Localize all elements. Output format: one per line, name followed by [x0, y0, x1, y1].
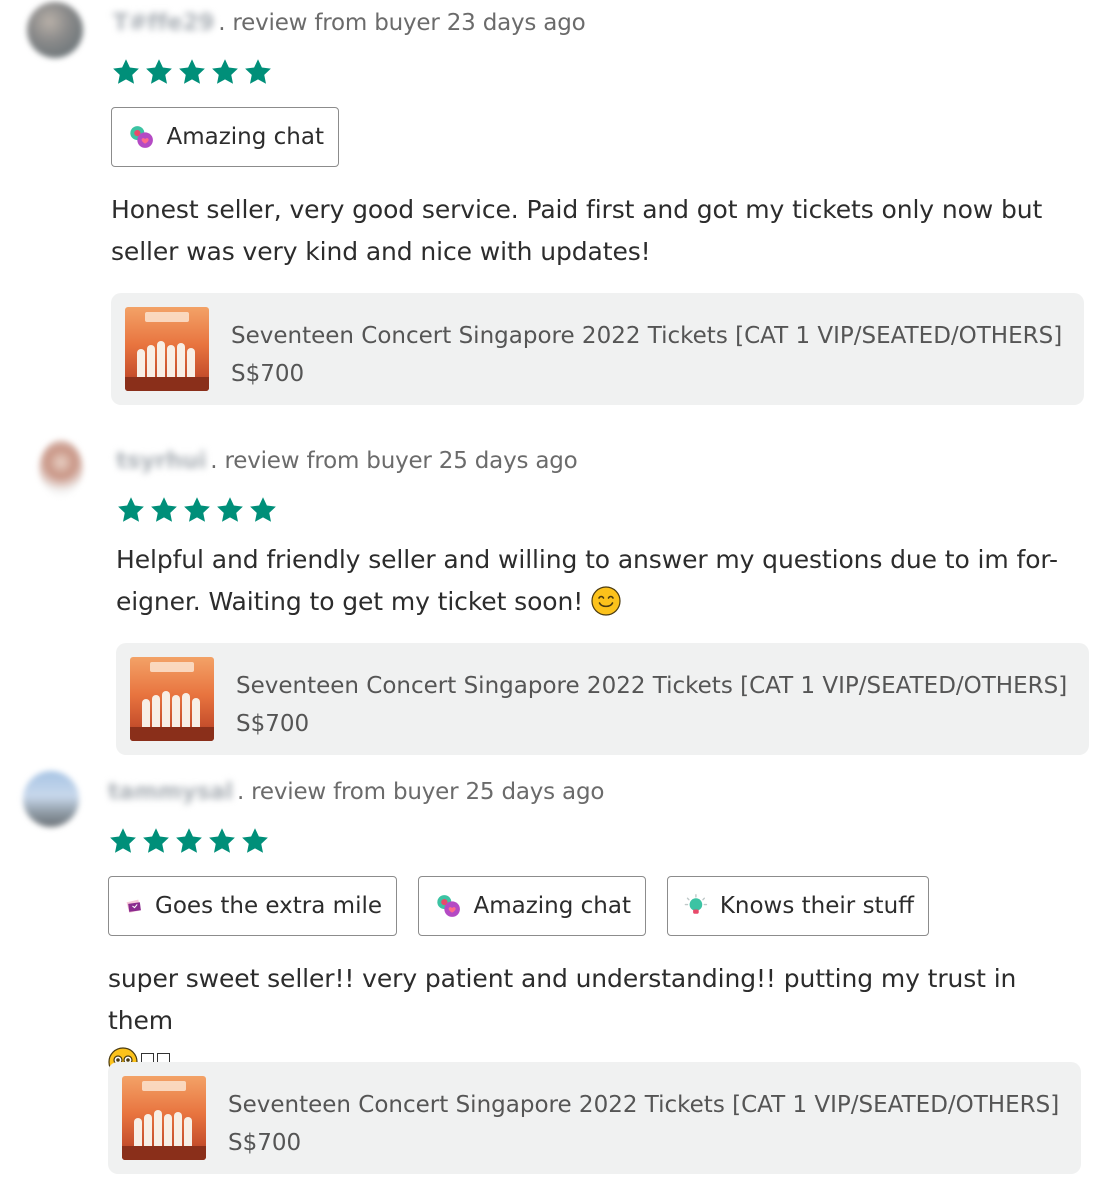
tag-label: Amazing chat: [473, 893, 631, 919]
review-text-content: super sweet seller!! very patient and un…: [108, 964, 1017, 1035]
star-rating: [111, 57, 273, 87]
avatar[interactable]: [23, 771, 79, 827]
star-icon: [217, 497, 243, 522]
tag-list: Goes the extra mile Amazing chat Knows t…: [108, 876, 929, 936]
product-card[interactable]: Seventeen Concert Singapore 2022 Tickets…: [111, 293, 1084, 405]
star-icon: [151, 497, 177, 522]
review-meta: . review from buyer 25 days ago: [210, 448, 578, 474]
chat-heart-icon: [437, 895, 460, 917]
avatar[interactable]: [27, 2, 83, 58]
product-info: Seventeen Concert Singapore 2022 Tickets…: [228, 1086, 1059, 1162]
star-icon: [179, 59, 205, 84]
review-meta: . review from buyer 23 days ago: [218, 10, 586, 36]
review-text-content: Helpful and friendly seller and willing …: [116, 545, 1058, 616]
star-rating: [116, 495, 278, 525]
star-icon: [209, 828, 235, 853]
tag-amazing-chat: Amazing chat: [111, 107, 339, 167]
product-thumbnail: [122, 1076, 206, 1160]
product-info: Seventeen Concert Singapore 2022 Tickets…: [236, 667, 1067, 743]
star-icon: [118, 497, 144, 522]
star-icon: [212, 59, 238, 84]
product-thumbnail: [130, 657, 214, 741]
review-meta: . review from buyer 25 days ago: [236, 779, 605, 805]
star-icon: [110, 828, 136, 853]
tag-label: Goes the extra mile: [155, 893, 382, 919]
product-title[interactable]: Seventeen Concert Singapore 2022 Tickets…: [228, 1086, 1059, 1124]
product-card[interactable]: Seventeen Concert Singapore 2022 Tickets…: [108, 1062, 1081, 1174]
reviewer-name[interactable]: T#ffe29: [113, 10, 214, 36]
product-info: Seventeen Concert Singapore 2022 Tickets…: [231, 317, 1062, 393]
chat-heart-icon: [130, 126, 153, 148]
product-price: S$700: [231, 361, 305, 387]
reviewer-name[interactable]: tammysal: [108, 779, 233, 805]
star-icon: [146, 59, 172, 84]
tag-amazing-chat: Amazing chat: [418, 876, 646, 936]
star-icon: [176, 828, 202, 853]
tag-list: Amazing chat: [111, 107, 339, 167]
review-text: Helpful and friendly seller and willing …: [116, 539, 1066, 623]
smiling-face-icon: [591, 586, 621, 616]
star-icon: [250, 497, 276, 522]
star-icon: [245, 59, 271, 84]
avatar[interactable]: [39, 440, 83, 496]
tag-label: Amazing chat: [166, 124, 324, 150]
review-text: Honest seller, very good service. Paid f…: [111, 195, 1043, 266]
product-thumbnail: [125, 307, 209, 391]
product-price: S$700: [228, 1130, 302, 1156]
lightbulb-icon: [684, 894, 708, 914]
tag-goes-extra-mile: Goes the extra mile: [108, 876, 397, 936]
review-header: tsyrhui. review from buyer 25 days ago: [116, 448, 578, 474]
star-rating: [108, 826, 270, 856]
star-icon: [184, 497, 210, 522]
reviewer-name[interactable]: tsyrhui: [116, 448, 206, 474]
product-price: S$700: [236, 711, 310, 737]
star-icon: [113, 59, 139, 84]
ticket-icon: [126, 899, 141, 913]
tag-knows-their-stuff: Knows their stuff: [667, 876, 929, 936]
review-header: T#ffe29. review from buyer 23 days ago: [113, 10, 586, 36]
product-title[interactable]: Seventeen Concert Singapore 2022 Tickets…: [231, 317, 1062, 355]
product-card[interactable]: Seventeen Concert Singapore 2022 Tickets…: [116, 643, 1089, 755]
review-header: tammysal. review from buyer 25 days ago: [108, 779, 604, 805]
star-icon: [242, 828, 268, 853]
star-icon: [143, 828, 169, 853]
tag-label: Knows their stuff: [719, 893, 914, 919]
product-title[interactable]: Seventeen Concert Singapore 2022 Tickets…: [236, 667, 1067, 705]
